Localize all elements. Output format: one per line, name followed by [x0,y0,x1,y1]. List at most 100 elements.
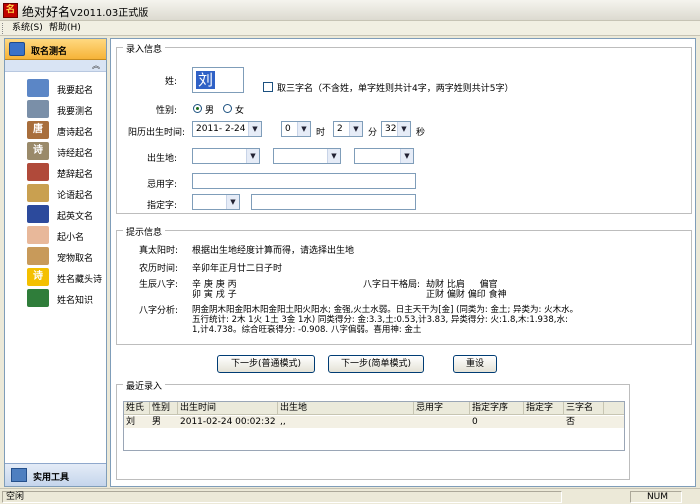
column-header[interactable]: 三字名 [564,402,604,415]
app-logo-icon: 名 [3,3,18,18]
book-of-songs-icon: 诗 [27,142,49,160]
birth-hour-value: 0 [285,124,291,134]
sidebar-header-label: 取名测名 [31,47,68,57]
birthplace-county-select[interactable]: ▼ [354,148,414,164]
birthplace-city-select[interactable]: ▼ [273,148,341,164]
three-char-label: 取三字名（不含姓，单字姓则共计4字，两字姓则共计5字） [277,84,514,94]
app-version: V2011.03正式版 [70,8,149,19]
chevron-down-icon[interactable]: ▼ [349,122,362,136]
gender-label: 性别: [155,106,177,116]
sidebar-item-9[interactable]: 宠物取名 [27,246,105,266]
birth-hour-select[interactable]: 0 ▼ [281,121,311,137]
column-header[interactable]: 出生时间 [178,402,278,415]
globe-icon [27,289,49,307]
assign-chars-input[interactable] [251,194,416,210]
recent-table[interactable]: 姓氏 性别 出生时间 出生地 忌用字 指定字序 指定字 三字名 刘 男 2011-02-24 00… [123,401,625,451]
num-lock-indicator: NUM [630,491,682,503]
sidebar-header[interactable]: 取名测名 [5,39,106,60]
table-cell [524,416,564,428]
chevron-down-icon[interactable]: ▼ [400,149,413,163]
sidebar-collapse-bar[interactable]: ︽ [5,60,106,72]
pattern-row2: 正财 偏财 偏印 食神 [426,290,507,300]
analysis-line-3: 1,计4.738。综合旺衰得分: -0.908. 八字偏弱。喜用神: 金土 [192,325,422,335]
column-header[interactable]: 性别 [150,402,178,415]
uk-flag-icon [27,205,49,223]
recent-section: 最近录入 姓氏 性别 出生时间 出生地 忌用字 指定字序 指定字 三字名 刘 男 2011-02-… [116,379,630,480]
birth-time-label: 阳历出生时间: [127,128,185,138]
menu-bar: 系统(S) 帮助(H) [0,21,700,36]
status-bar: 空闲 NUM [0,488,700,504]
pattern-label: 八字日干格局: [363,280,421,290]
birthplace-province-select[interactable]: ▼ [192,148,260,164]
birth-date-picker[interactable]: 2011- 2-24 ▼ [192,121,262,137]
sidebar-footer-tools[interactable]: 实用工具 [5,463,106,486]
table-cell: ,, [280,417,286,427]
gender-female-radio[interactable] [223,104,232,113]
solar-time-value: 根据出生地经度计算而得，请选择出生地 [192,246,355,256]
menu-help[interactable]: 帮助(H) [49,22,81,35]
gender-male-radio[interactable] [193,104,202,113]
three-char-checkbox[interactable] [263,82,273,92]
column-header[interactable]: 忌用字 [414,402,470,415]
sidebar-item-label: 楚辞起名 [57,170,94,180]
sidebar-item-2[interactable]: 我要测名 [27,99,105,119]
column-header[interactable]: 指定字 [524,402,564,415]
sidebar-item-label: 姓名藏头诗 [57,275,103,285]
sidebar-item-1[interactable]: 我要起名 [27,78,105,98]
table-cell: 0 [472,417,478,427]
reset-button[interactable]: 重设 [453,355,497,373]
surname-value: 刘 [196,71,216,89]
sidebar-item-11[interactable]: 姓名知识 [27,288,105,308]
naming-group-icon [9,42,25,56]
hour-unit: 时 [316,128,326,138]
chevron-down-icon[interactable]: ▼ [246,149,259,163]
sidebar-item-3[interactable]: 唐唐诗起名 [27,120,105,140]
table-cell: 2011-02-24 00:02:32 [180,417,276,427]
next-normal-button[interactable]: 下一步(普通模式) [217,355,315,373]
table-cell: 否 [566,417,576,427]
avoid-chars-input[interactable] [192,173,416,189]
magnifier-icon [27,100,49,118]
sidebar-item-label: 我要起名 [57,86,94,96]
dog-icon [27,247,49,265]
assign-chars-label: 指定字: [146,201,177,211]
sidebar-item-6[interactable]: 论语起名 [27,183,105,203]
sidebar-item-label: 我要测名 [57,107,94,117]
column-header[interactable]: 出生地 [278,402,414,415]
next-simple-button[interactable]: 下一步(简单模式) [328,355,424,373]
sidebar: 取名测名 ︽ 我要起名我要测名唐唐诗起名诗诗经起名楚辞起名论语起名起英文名起小名… [4,38,107,487]
tang-poem-icon: 唐 [27,121,49,139]
birth-minute-select[interactable]: 2 ▼ [333,121,363,137]
sidebar-item-10[interactable]: 诗姓名藏头诗 [27,267,105,287]
column-header[interactable]: 姓氏 [124,402,150,415]
tools-icon [11,468,27,482]
birth-second-select[interactable]: 32 ▼ [381,121,411,137]
sidebar-item-5[interactable]: 楚辞起名 [27,162,105,182]
chevron-down-icon[interactable]: ▼ [226,195,239,209]
chevron-down-icon[interactable]: ▼ [327,149,340,163]
table-cell [414,416,470,428]
chevron-down-icon[interactable]: ▼ [248,122,261,136]
column-header[interactable]: 指定字序 [470,402,524,415]
menu-grip-icon [2,23,5,34]
chuci-icon [27,163,49,181]
chevron-up-icon[interactable]: ︽ [92,60,100,72]
sidebar-item-label: 起英文名 [57,212,94,222]
sidebar-item-7[interactable]: 起英文名 [27,204,105,224]
recent-section-legend: 最近录入 [123,379,166,392]
status-text: 空闲 [2,491,562,503]
sidebar-item-4[interactable]: 诗诗经起名 [27,141,105,161]
chevron-down-icon[interactable]: ▼ [397,122,410,136]
assign-position-select[interactable]: ▼ [192,194,240,210]
sidebar-item-label: 论语起名 [57,191,94,201]
chevron-down-icon[interactable]: ▼ [297,122,310,136]
baby-icon [27,226,49,244]
menu-system[interactable]: 系统(S) [12,22,43,35]
sidebar-item-8[interactable]: 起小名 [27,225,105,245]
gender-male-label: 男 [205,106,215,116]
sidebar-item-label: 起小名 [57,233,85,243]
input-section: 录入信息 姓: 刘 取三字名（不含姓，单字姓则共计4字，两字姓则共计5字） 性别… [116,42,692,214]
sidebar-footer-label: 实用工具 [33,473,70,483]
bazi-label: 生辰八字: [139,280,179,290]
surname-input[interactable]: 刘 [192,67,244,93]
